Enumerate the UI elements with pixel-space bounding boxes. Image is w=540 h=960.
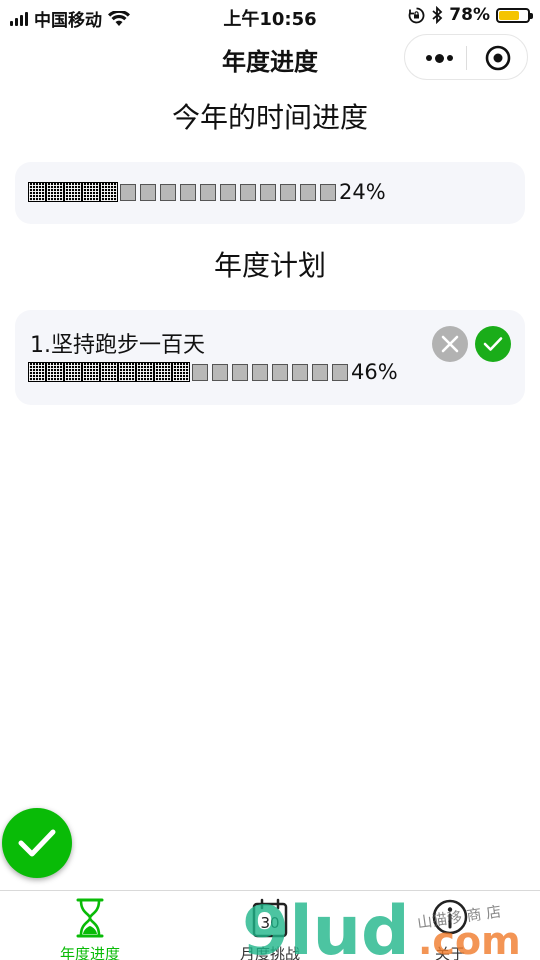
progress-block-empty xyxy=(140,183,156,201)
progress-block-empty xyxy=(272,363,288,381)
add-plan-fab[interactable] xyxy=(2,808,72,878)
year-progress-blocks xyxy=(28,182,338,202)
progress-block-empty xyxy=(160,183,176,201)
progress-block-filled xyxy=(46,182,64,202)
mini-program-page: 中国移动 上午10:56 78% 年度进度 今年的时间进度 24% 年度计划 1… xyxy=(0,0,540,960)
progress-block-empty xyxy=(240,183,256,201)
checkmark-icon xyxy=(483,337,503,351)
more-dots-icon[interactable] xyxy=(423,35,455,81)
progress-block-empty xyxy=(252,363,268,381)
progress-block-filled xyxy=(64,182,82,202)
tab-bar: 年度进度 30 月度挑战 关于 xyxy=(0,890,540,960)
tab-year-progress[interactable]: 年度进度 xyxy=(0,891,180,960)
progress-block-filled xyxy=(28,182,46,202)
progress-block-empty xyxy=(220,183,236,201)
info-icon xyxy=(432,899,468,935)
tab-monthly-challenge[interactable]: 30 月度挑战 xyxy=(180,891,360,960)
tab-label: 月度挑战 xyxy=(239,945,300,960)
capsule-divider xyxy=(466,46,467,70)
progress-block-empty xyxy=(260,183,276,201)
hourglass-icon xyxy=(76,898,104,938)
tab-label: 关于 xyxy=(434,945,465,960)
battery-level xyxy=(499,10,519,20)
year-progress-heading: 今年的时间进度 xyxy=(171,101,368,134)
complete-plan-button[interactable] xyxy=(475,326,511,362)
year-progress-percent: 24% xyxy=(339,180,386,204)
progress-block-filled xyxy=(100,182,118,202)
status-right: 78% xyxy=(408,5,533,25)
progress-block-empty xyxy=(312,363,328,381)
progress-block-filled xyxy=(64,362,82,382)
plan-title: 1.坚持跑步一百天 xyxy=(30,333,205,358)
plan-card: 1.坚持跑步一百天 46% xyxy=(15,310,525,405)
progress-block-empty xyxy=(192,363,208,381)
progress-block-empty xyxy=(232,363,248,381)
year-progress-bar: 24% xyxy=(28,180,386,204)
progress-block-empty xyxy=(200,183,216,201)
progress-block-empty xyxy=(212,363,228,381)
rotation-lock-icon xyxy=(408,7,425,23)
progress-block-empty xyxy=(332,363,348,381)
capsule-menu xyxy=(404,34,528,80)
plan-progress-blocks xyxy=(28,362,350,382)
target-close-icon[interactable] xyxy=(485,45,511,71)
year-progress-card: 24% xyxy=(15,162,525,224)
progress-block-filled xyxy=(46,362,64,382)
bluetooth-icon xyxy=(432,6,443,24)
progress-block-filled xyxy=(82,362,100,382)
status-bar: 中国移动 上午10:56 78% xyxy=(0,0,540,32)
close-icon xyxy=(441,335,459,353)
progress-block-filled xyxy=(172,362,190,382)
progress-block-filled xyxy=(100,362,118,382)
progress-block-empty xyxy=(292,363,308,381)
progress-block-empty xyxy=(120,183,136,201)
progress-block-empty xyxy=(180,183,196,201)
plans-heading: 年度计划 xyxy=(213,249,326,282)
calendar-icon: 30 xyxy=(252,898,288,938)
battery-icon xyxy=(496,7,533,23)
progress-block-empty xyxy=(300,183,316,201)
plan-progress-percent: 46% xyxy=(351,360,398,384)
plan-progress-bar: 46% xyxy=(28,360,398,384)
navigation-bar: 年度进度 xyxy=(0,32,540,88)
tab-about[interactable]: 关于 xyxy=(360,891,540,960)
progress-block-filled xyxy=(154,362,172,382)
progress-block-filled xyxy=(28,362,46,382)
progress-block-filled xyxy=(136,362,154,382)
progress-block-empty xyxy=(320,183,336,201)
checkmark-icon xyxy=(18,829,56,857)
progress-block-filled xyxy=(82,182,100,202)
delete-plan-button[interactable] xyxy=(432,326,468,362)
progress-block-filled xyxy=(118,362,136,382)
tab-label: 年度进度 xyxy=(59,945,120,960)
battery-percent: 78% xyxy=(449,5,490,25)
calendar-day: 30 xyxy=(260,914,279,932)
progress-block-empty xyxy=(280,183,296,201)
